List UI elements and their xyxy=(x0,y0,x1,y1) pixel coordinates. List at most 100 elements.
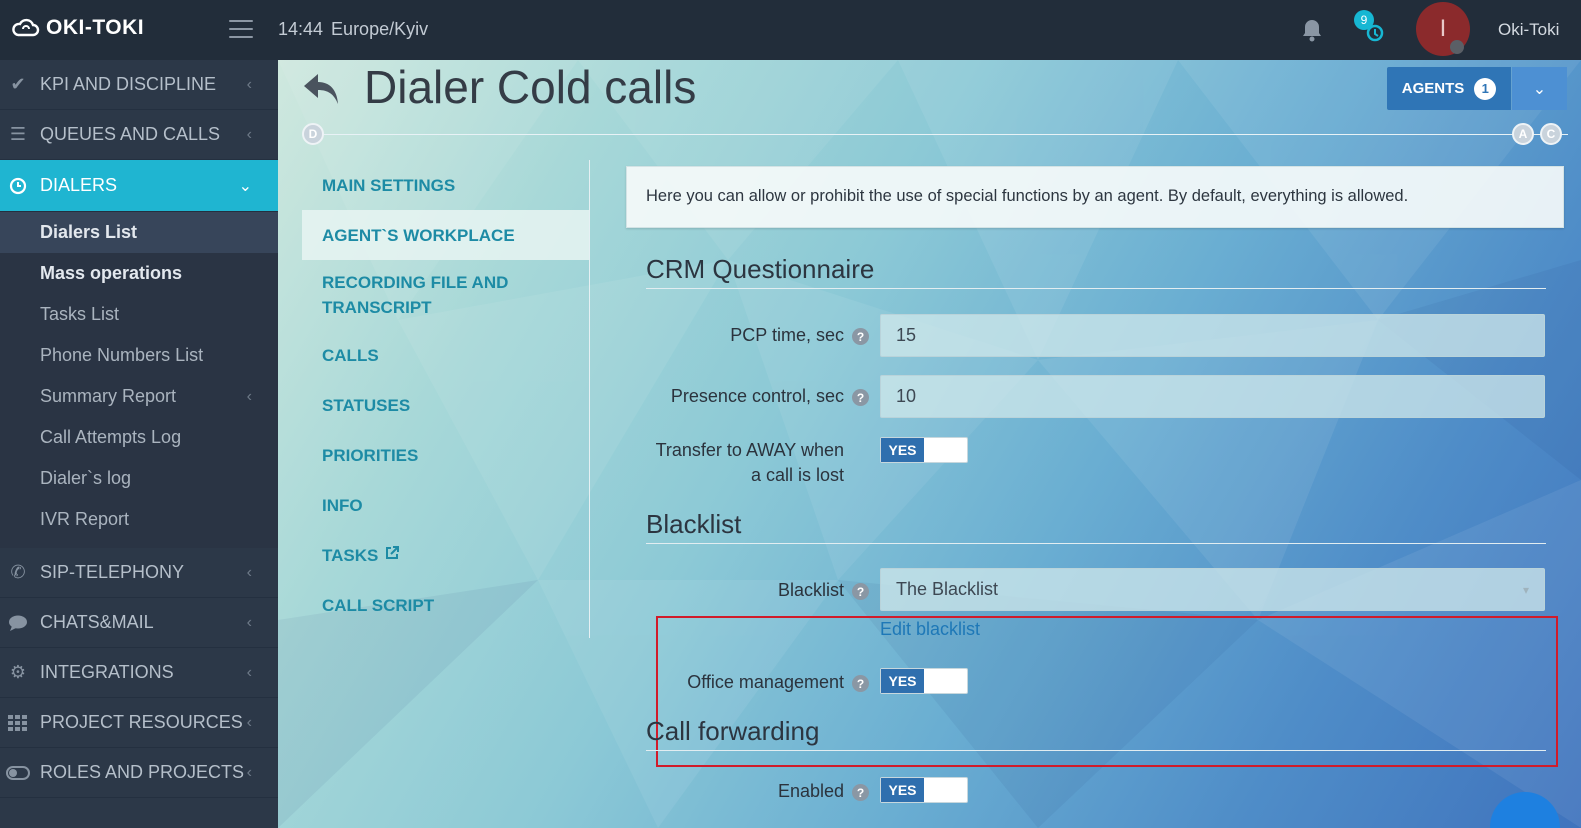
settings-tabs: MAIN SETTINGS AGENT`S WORKPLACE RECORDIN… xyxy=(302,160,590,638)
sidebar-item-chats-mail[interactable]: CHATS&MAIL ‹ xyxy=(0,598,278,648)
toggle-yes: YES xyxy=(881,669,924,693)
cloud-logo-icon xyxy=(12,18,40,37)
avatar[interactable]: I xyxy=(1416,2,1470,56)
grid-icon xyxy=(6,714,30,731)
transfer-label-line2: a call is lost xyxy=(750,465,844,485)
toggle-yes: YES xyxy=(881,438,924,462)
office-management-toggle[interactable]: YES xyxy=(880,668,968,694)
chevron-down-icon: ⌄ xyxy=(1532,80,1547,98)
bell-icon[interactable] xyxy=(1299,17,1325,43)
help-icon[interactable]: ? xyxy=(852,389,869,406)
enabled-label: Enabled xyxy=(777,781,844,801)
tab-tasks[interactable]: TASKS xyxy=(302,530,589,580)
section-title-blacklist: Blacklist xyxy=(646,509,742,539)
sidebar-item-label: INTEGRATIONS xyxy=(40,662,174,682)
gears-icon: ⚙ xyxy=(9,662,27,682)
sidebar-item-integrations[interactable]: ⚙ INTEGRATIONS ‹ xyxy=(0,648,278,698)
external-link-icon xyxy=(384,543,400,568)
help-icon[interactable]: ? xyxy=(852,784,869,801)
timezone: Europe/Kyiv xyxy=(331,19,429,39)
tab-call-script[interactable]: CALL SCRIPT xyxy=(302,580,589,630)
toggle-yes: YES xyxy=(881,778,924,802)
timeline-dot-start[interactable]: D xyxy=(302,123,324,145)
dialers-submenu: Dialers List Mass operations Tasks List … xyxy=(0,212,278,548)
tab-calls[interactable]: CALLS xyxy=(302,330,589,380)
chevron-down-icon: ▾ xyxy=(1522,582,1529,597)
presence-control-input[interactable]: 10 xyxy=(880,375,1545,418)
check-icon: ✔ xyxy=(10,74,26,94)
transfer-label-line1: Transfer to AWAY when xyxy=(655,440,844,460)
help-icon[interactable]: ? xyxy=(852,675,869,692)
timeline-dot-a[interactable]: A xyxy=(1512,123,1534,145)
sidebar-item-roles-projects[interactable]: ROLES AND PROJECTS ‹ xyxy=(0,748,278,798)
submenu-summary-report[interactable]: Summary Report ‹ xyxy=(0,376,278,417)
help-icon[interactable]: ? xyxy=(852,328,869,345)
chevron-left-icon: ‹ xyxy=(246,564,252,581)
tab-priorities[interactable]: PRIORITIES xyxy=(302,430,589,480)
sidebar-item-kpi[interactable]: ✔ KPI AND DISCIPLINE ‹ xyxy=(0,60,278,110)
transfer-away-toggle[interactable]: YES xyxy=(880,437,968,463)
submenu-dialers-log[interactable]: Dialer`s log xyxy=(0,458,278,499)
sidebar-item-sip-telephony[interactable]: ✆ SIP-TELEPHONY ‹ xyxy=(0,548,278,598)
agents-count-badge: 1 xyxy=(1474,77,1497,100)
office-management-label: Office management xyxy=(687,672,844,692)
tab-info[interactable]: INFO xyxy=(302,480,589,530)
chevron-left-icon: ‹ xyxy=(246,614,252,631)
tab-main-settings[interactable]: MAIN SETTINGS xyxy=(302,160,589,210)
sidebar-item-label: CHATS&MAIL xyxy=(40,612,154,632)
submenu-call-attempts-log[interactable]: Call Attempts Log xyxy=(0,417,278,458)
sidebar-item-label: PROJECT RESOURCES xyxy=(40,712,243,732)
blacklist-label: Blacklist xyxy=(777,580,844,600)
top-bar: OKI-TOKI 14:44 Europe/Kyiv 9 I Oki-Toki xyxy=(0,0,1581,60)
chevron-left-icon: ‹ xyxy=(246,126,252,143)
clock-icon xyxy=(6,177,30,195)
help-icon[interactable]: ? xyxy=(852,583,869,600)
back-arrow-icon[interactable] xyxy=(300,68,342,110)
clock: 14:44 Europe/Kyiv xyxy=(278,19,428,40)
sidebar-item-dialers[interactable]: DIALERS ⌄ xyxy=(0,160,278,212)
menu-toggle-icon[interactable] xyxy=(229,20,253,38)
chevron-left-icon: ‹ xyxy=(246,764,252,781)
blacklist-selected-value: The Blacklist xyxy=(896,579,999,599)
call-forwarding-toggle[interactable]: YES xyxy=(880,777,968,803)
section-title-crm: CRM Questionnaire xyxy=(646,254,875,284)
section-divider xyxy=(646,543,1546,544)
username[interactable]: Oki-Toki xyxy=(1498,20,1559,40)
pcp-label: PCP time, sec xyxy=(730,325,844,345)
pcp-time-input[interactable]: 15 xyxy=(880,314,1545,357)
logo[interactable]: OKI-TOKI xyxy=(10,16,144,40)
agents-button[interactable]: AGENTS 1 xyxy=(1387,67,1511,110)
sidebar-item-label: ROLES AND PROJECTS xyxy=(40,762,245,782)
submenu-tasks-list[interactable]: Tasks List xyxy=(0,294,278,335)
history-icon[interactable]: 9 xyxy=(1354,10,1388,46)
info-box: Here you can allow or prohibit the use o… xyxy=(626,166,1564,228)
blacklist-select[interactable]: The Blacklist ▾ xyxy=(880,568,1545,611)
chevron-left-icon: ‹ xyxy=(246,664,252,681)
sidebar-item-project-resources[interactable]: PROJECT RESOURCES ‹ xyxy=(0,698,278,748)
transfer-label: Transfer to AWAY when a call is lost xyxy=(656,438,844,488)
section-divider xyxy=(646,750,1546,751)
chevron-down-icon: ⌄ xyxy=(238,178,252,195)
chevron-left-icon: ‹ xyxy=(246,387,252,405)
agents-dropdown-toggle[interactable]: ⌄ xyxy=(1512,67,1567,110)
sidebar-item-queues[interactable]: ☰ QUEUES AND CALLS ‹ xyxy=(0,110,278,160)
page-title: Dialer Cold calls xyxy=(364,61,697,113)
submenu-dialers-list[interactable]: Dialers List xyxy=(0,212,278,253)
main-content: Dialer Cold calls AGENTS 1 ⌄ D A C MAIN … xyxy=(278,60,1581,828)
avatar-initial: I xyxy=(1439,15,1447,42)
tab-agents-workplace[interactable]: AGENT`S WORKPLACE xyxy=(302,210,589,260)
tab-statuses[interactable]: STATUSES xyxy=(302,380,589,430)
submenu-phone-numbers-list[interactable]: Phone Numbers List xyxy=(0,335,278,376)
timeline xyxy=(308,134,1568,135)
notification-badge: 9 xyxy=(1354,10,1374,30)
current-time: 14:44 xyxy=(278,19,324,39)
list-icon: ☰ xyxy=(9,124,27,144)
timeline-dot-c[interactable]: C xyxy=(1540,123,1562,145)
submenu-ivr-report[interactable]: IVR Report xyxy=(0,499,278,540)
presence-label: Presence control, sec xyxy=(670,386,844,406)
tab-recording-file[interactable]: RECORDING FILE AND TRANSCRIPT xyxy=(302,260,589,330)
section-divider xyxy=(646,288,1546,289)
submenu-mass-operations[interactable]: Mass operations xyxy=(0,253,278,294)
section-title-call-forwarding: Call forwarding xyxy=(646,716,820,746)
edit-blacklist-link[interactable]: Edit blacklist xyxy=(880,619,980,640)
